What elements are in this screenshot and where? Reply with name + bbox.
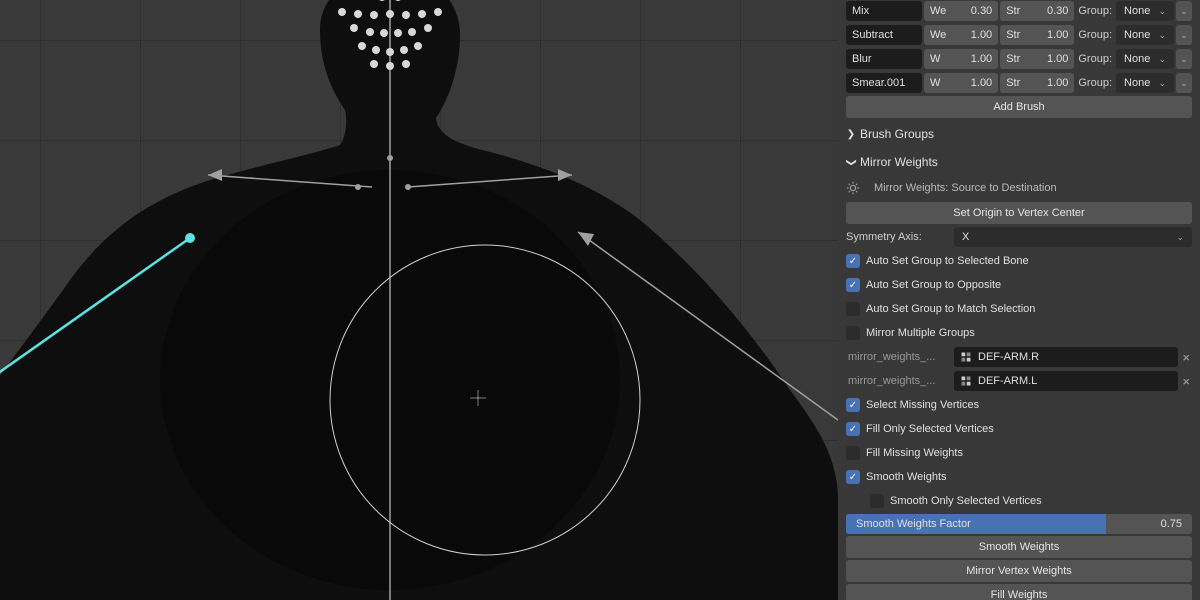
clear-icon[interactable]: ×	[1180, 350, 1192, 365]
smooth-factor-label: Smooth Weights Factor	[856, 518, 971, 530]
checkbox-smoothW[interactable]: ✓ Smooth Weights	[846, 466, 1192, 488]
checkbox-label: Auto Set Group to Opposite	[866, 279, 1001, 291]
symmetry-axis-select[interactable]: X ⌄	[954, 227, 1192, 247]
mirror-group-1-label: mirror_weights_...	[846, 351, 952, 363]
brush-groups-label: Brush Groups	[860, 127, 934, 141]
checkbox-mirrorMulti[interactable]: Mirror Multiple Groups	[846, 322, 1192, 344]
mirror-vertex-weights-button[interactable]: Mirror Vertex Weights	[846, 560, 1192, 582]
mirror-group-1-row: mirror_weights_... DEF-ARM.R ×	[846, 346, 1192, 368]
mirror-weights-label: Mirror Weights	[860, 155, 938, 169]
smooth-weights-button[interactable]: Smooth Weights	[846, 536, 1192, 558]
brush-name-field[interactable]: Mix	[846, 1, 922, 21]
brush-strength-field[interactable]: Str1.00	[1000, 49, 1074, 69]
brush-group-label: Group:	[1076, 29, 1114, 41]
checkbox-label: Smooth Weights	[866, 471, 947, 483]
brush-weight-field[interactable]: We0.30	[924, 1, 998, 21]
check-icon: ✓	[846, 254, 860, 268]
brush-group-select[interactable]: None⌄	[1116, 1, 1174, 21]
brush-strength-field[interactable]: Str0.30	[1000, 1, 1074, 21]
check-icon: ✓	[846, 470, 860, 484]
brush-groups-header[interactable]: ❯ Brush Groups	[846, 122, 1192, 146]
mirror-group-2-label: mirror_weights_...	[846, 375, 952, 387]
mirror-group-2-value: DEF-ARM.L	[978, 375, 1037, 387]
check-icon: ✓	[846, 422, 860, 436]
brush-name-field[interactable]: Smear.001	[846, 73, 922, 93]
mirror-weights-desc-row: Mirror Weights: Source to Destination	[846, 176, 1192, 200]
mirror-weights-header[interactable]: ❯ Mirror Weights	[846, 150, 1192, 174]
brush-group-select[interactable]: None⌄	[1116, 25, 1174, 45]
checkbox-label: Select Missing Vertices	[866, 399, 979, 411]
symmetry-axis-row: Symmetry Axis: X ⌄	[846, 226, 1192, 248]
chevron-down-icon: ❯	[846, 157, 857, 167]
brush-group-select[interactable]: None⌄	[1116, 73, 1174, 93]
brush-row: MixWe0.30Str0.30Group:None⌄⌄	[846, 0, 1192, 22]
set-origin-button[interactable]: Set Origin to Vertex Center	[846, 202, 1192, 224]
mirror-weights-desc: Mirror Weights: Source to Destination	[874, 182, 1057, 194]
brush-weight-field[interactable]: W1.00	[924, 73, 998, 93]
brush-weight-field[interactable]: W1.00	[924, 49, 998, 69]
brush-group-label: Group:	[1076, 77, 1114, 89]
brush-strength-field[interactable]: Str1.00	[1000, 25, 1074, 45]
checkbox-label: Auto Set Group to Selected Bone	[866, 255, 1029, 267]
checkbox-label: Mirror Multiple Groups	[866, 327, 975, 339]
brush-row: Smear.001W1.00Str1.00Group:None⌄⌄	[846, 72, 1192, 94]
fill-weights-button[interactable]: Fill Weights	[846, 584, 1192, 600]
checkbox-selMissing[interactable]: ✓ Select Missing Vertices	[846, 394, 1192, 416]
smooth-factor-value: 0.75	[1161, 518, 1182, 530]
brush-row: SubtractWe1.00Str1.00Group:None⌄⌄	[846, 24, 1192, 46]
checkbox-autoMatch[interactable]: Auto Set Group to Match Selection	[846, 298, 1192, 320]
checkbox-label: Fill Missing Weights	[866, 447, 963, 459]
checkbox-fillMissing[interactable]: Fill Missing Weights	[846, 442, 1192, 464]
settings-icon	[846, 181, 860, 195]
checkbox-label: Fill Only Selected Vertices	[866, 423, 994, 435]
side-panel[interactable]: MixWe0.30Str0.30Group:None⌄⌄SubtractWe1.…	[838, 0, 1200, 600]
joint-selected	[185, 233, 195, 243]
brush-extra-button[interactable]: ⌄	[1176, 25, 1192, 45]
symmetry-axis-value: X	[962, 231, 969, 243]
viewport-3d[interactable]	[0, 0, 838, 600]
joint	[355, 184, 361, 190]
joint	[405, 184, 411, 190]
mirror-group-2-field[interactable]: DEF-ARM.L	[954, 371, 1178, 391]
checkbox-autoSelBone[interactable]: ✓ Auto Set Group to Selected Bone	[846, 250, 1192, 272]
brush-name-field[interactable]: Blur	[846, 49, 922, 69]
brush-group-label: Group:	[1076, 53, 1114, 65]
mirror-group-2-row: mirror_weights_... DEF-ARM.L ×	[846, 370, 1192, 392]
checkbox-empty-icon	[846, 326, 860, 340]
checkbox-empty-icon	[846, 302, 860, 316]
checkbox-empty-icon	[870, 494, 884, 508]
brush-extra-button[interactable]: ⌄	[1176, 1, 1192, 21]
add-brush-button[interactable]: Add Brush	[846, 96, 1192, 118]
smooth-weights-factor-slider[interactable]: Smooth Weights Factor 0.75	[846, 514, 1192, 534]
checkbox-label: Smooth Only Selected Vertices	[890, 495, 1042, 507]
brush-extra-button[interactable]: ⌄	[1176, 73, 1192, 93]
brush-name-field[interactable]: Subtract	[846, 25, 922, 45]
joint	[387, 155, 393, 161]
brush-group-label: Group:	[1076, 5, 1114, 17]
checkbox-fillOnlySel[interactable]: ✓ Fill Only Selected Vertices	[846, 418, 1192, 440]
check-icon: ✓	[846, 278, 860, 292]
vertex-group-icon	[960, 351, 972, 363]
checkbox-empty-icon	[846, 446, 860, 460]
symmetry-axis-label: Symmetry Axis:	[846, 231, 952, 243]
brush-weight-field[interactable]: We1.00	[924, 25, 998, 45]
brush-group-select[interactable]: None⌄	[1116, 49, 1174, 69]
checkbox-smoothOnlySel[interactable]: Smooth Only Selected Vertices	[846, 490, 1192, 512]
brush-extra-button[interactable]: ⌄	[1176, 49, 1192, 69]
clear-icon[interactable]: ×	[1180, 374, 1192, 389]
mirror-group-1-field[interactable]: DEF-ARM.R	[954, 347, 1178, 367]
chevron-right-icon: ❯	[846, 129, 856, 140]
chevron-down-icon: ⌄	[1176, 232, 1184, 243]
checkbox-label: Auto Set Group to Match Selection	[866, 303, 1035, 315]
vertex-group-icon	[960, 375, 972, 387]
brush-row: BlurW1.00Str1.00Group:None⌄⌄	[846, 48, 1192, 70]
checkbox-autoOpp[interactable]: ✓ Auto Set Group to Opposite	[846, 274, 1192, 296]
brush-strength-field[interactable]: Str1.00	[1000, 73, 1074, 93]
check-icon: ✓	[846, 398, 860, 412]
mirror-group-1-value: DEF-ARM.R	[978, 351, 1039, 363]
